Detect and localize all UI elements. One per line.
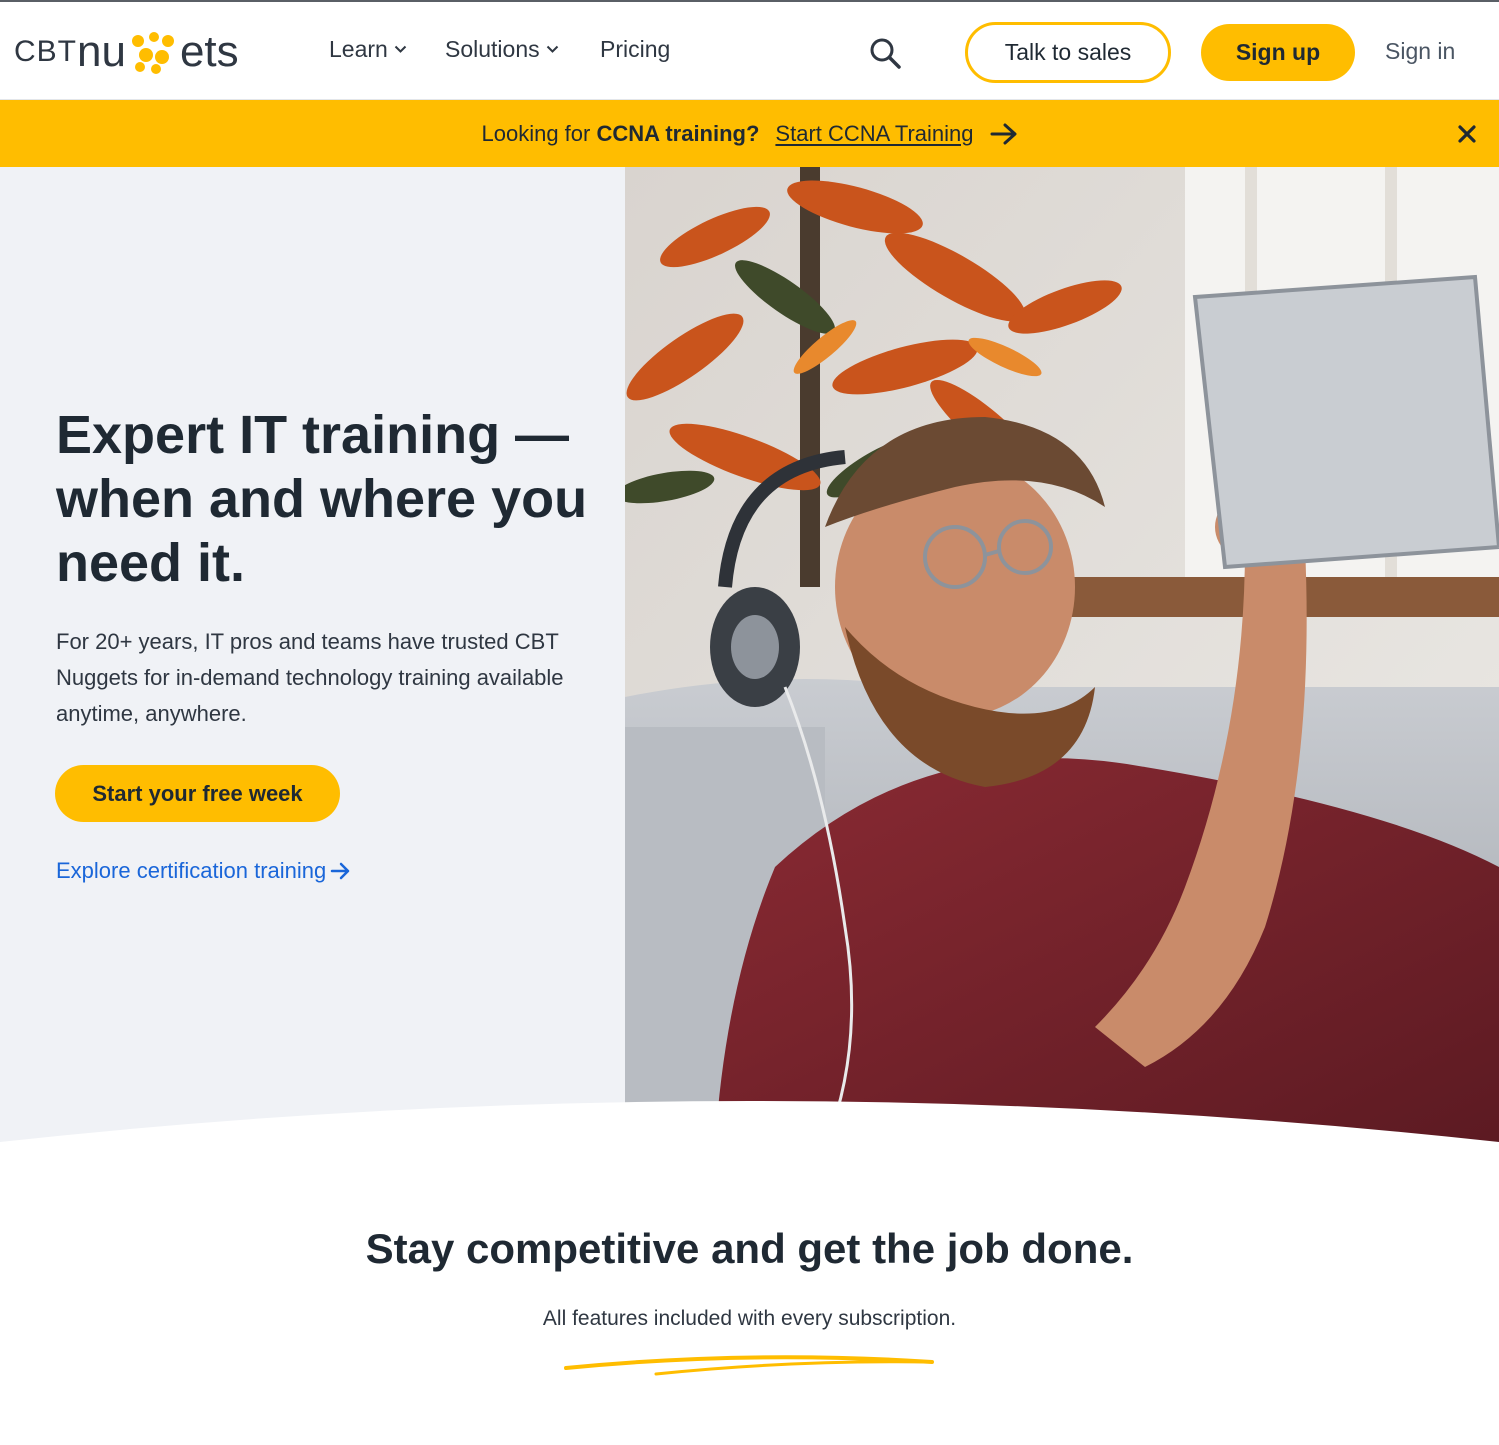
logo-text-ets: ets [179, 27, 239, 76]
banner-bold-text: CCNA training? [596, 120, 760, 146]
sign-up-button[interactable]: Sign up [1201, 24, 1355, 81]
explore-link-label: Explore certification training [56, 858, 327, 883]
banner-message: Looking for CCNA training? [481, 121, 759, 147]
promo-banner-content: Looking for CCNA training? Start CCNA Tr… [0, 100, 1499, 167]
hero-title-line3: need it. [56, 533, 246, 593]
logo-text-cbt: CBT [14, 35, 77, 68]
underline-squiggle [564, 1355, 934, 1376]
explore-certification-training-link[interactable]: Explore certification training [56, 858, 352, 884]
promo-banner: Looking for CCNA training? Start CCNA Tr… [0, 100, 1499, 167]
hero-title-line1: Expert IT training — [56, 405, 570, 465]
nav-solutions-label: Solutions [445, 36, 540, 62]
arrow-right-icon[interactable] [990, 123, 1018, 145]
search-button[interactable] [868, 36, 902, 70]
close-icon[interactable] [1455, 122, 1479, 146]
nav-pricing-label: Pricing [600, 36, 671, 62]
arrow-right-icon [331, 862, 350, 880]
nav-learn[interactable]: Learn [329, 36, 407, 63]
hero-title: Expert IT training — when and where you … [56, 403, 596, 595]
sign-in-link[interactable]: Sign in [1385, 38, 1455, 65]
start-free-week-button[interactable]: Start your free week [55, 765, 340, 822]
features-title: Stay competitive and get the job done. [365, 1225, 1134, 1272]
top-navigation: CBT nu ets Learn Solutions Pricing Talk … [0, 0, 1499, 100]
hero-title-line2: when and where you [56, 469, 588, 529]
hero-bottom-curve [0, 1101, 1499, 1160]
logo-text-nu: nu [77, 27, 126, 76]
nav-solutions[interactable]: Solutions [445, 36, 559, 63]
hero-photo [625, 167, 1499, 1147]
talk-to-sales-button[interactable]: Talk to sales [965, 22, 1171, 83]
chevron-down-icon [394, 45, 407, 53]
nav-learn-label: Learn [329, 36, 388, 62]
start-ccna-training-link[interactable]: Start CCNA Training [775, 121, 973, 147]
banner-prefix: Looking for [481, 120, 591, 146]
chevron-down-icon [546, 45, 558, 53]
hero-subtitle: For 20+ years, IT pros and teams have tr… [56, 629, 564, 726]
nav-pricing[interactable]: Pricing [600, 36, 670, 63]
cbt-nuggets-logo[interactable]: CBT nu ets [14, 26, 239, 78]
features-subtitle: All features included with every subscri… [542, 1307, 957, 1330]
logo-nuggets-icon [128, 29, 178, 75]
search-icon [870, 38, 901, 69]
hero-photo-illustration [625, 167, 1499, 1147]
